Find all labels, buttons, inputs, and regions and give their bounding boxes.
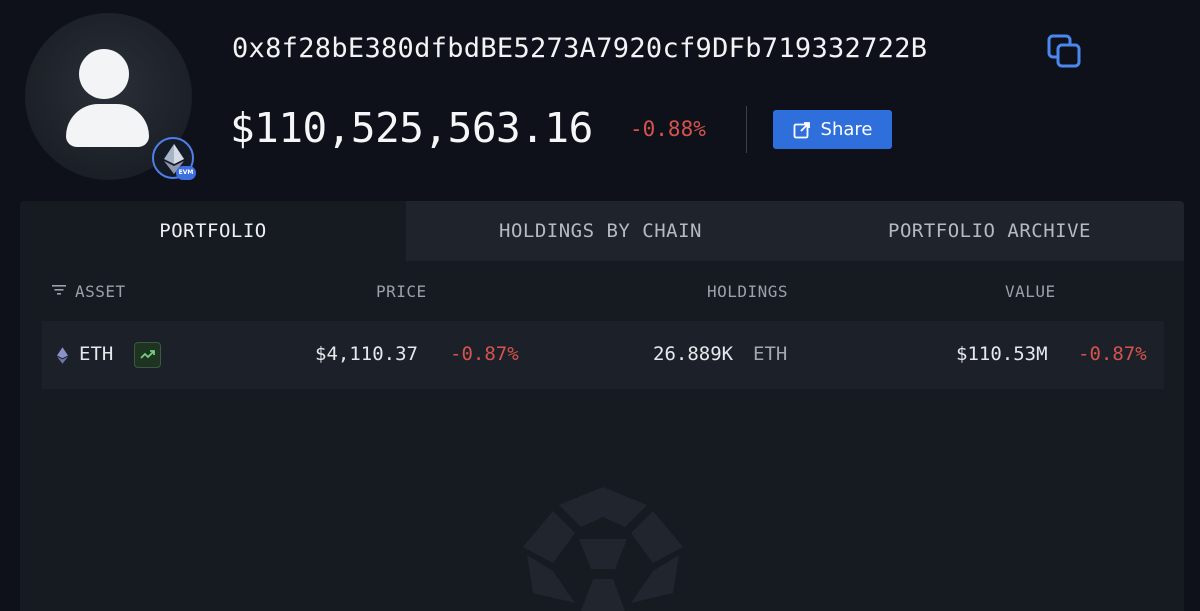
- avatar-body-shape: [66, 104, 149, 147]
- asset-price-change: -0.87%: [450, 343, 519, 365]
- tab-portfolio-archive[interactable]: PORTFOLIO ARCHIVE: [795, 201, 1184, 261]
- ethereum-icon: [57, 347, 68, 364]
- column-header-holdings[interactable]: HOLDINGS: [707, 282, 788, 301]
- trending-up-icon: [140, 350, 155, 359]
- portfolio-card: PORTFOLIO HOLDINGS BY CHAIN PORTFOLIO AR…: [20, 201, 1184, 611]
- sort-filter-icon[interactable]: [52, 283, 66, 297]
- asset-holdings-unit: ETH: [753, 343, 788, 365]
- tab-bar: PORTFOLIO HOLDINGS BY CHAIN PORTFOLIO AR…: [20, 201, 1184, 261]
- external-link-icon: [793, 121, 810, 138]
- column-header-price[interactable]: PRICE: [376, 282, 427, 301]
- share-button-label: Share: [820, 119, 873, 140]
- tab-portfolio[interactable]: PORTFOLIO: [20, 201, 406, 261]
- price-chart-button[interactable]: [134, 342, 161, 368]
- avatar-head-shape: [79, 49, 129, 99]
- column-header-value[interactable]: VALUE: [1005, 282, 1056, 301]
- tab-holdings-by-chain[interactable]: HOLDINGS BY CHAIN: [406, 201, 795, 261]
- copy-address-button[interactable]: [1045, 33, 1085, 73]
- portfolio-total-value: $110,525,563.16: [230, 104, 593, 152]
- share-button[interactable]: Share: [773, 110, 892, 149]
- asset-holdings-amount: 26.889K: [653, 343, 734, 365]
- evm-badge-label: EVM: [176, 166, 196, 180]
- copy-icon: [1047, 34, 1081, 68]
- asset-price: $4,110.37: [315, 343, 418, 365]
- header-divider: [746, 106, 747, 153]
- portfolio-change-percent: -0.88%: [630, 117, 706, 141]
- column-header-asset[interactable]: ASSET: [75, 282, 126, 301]
- asset-symbol: ETH: [79, 343, 114, 365]
- asset-value-change: -0.87%: [1078, 343, 1147, 365]
- table-row[interactable]: ETH $4,110.37 -0.87% 26.889K ETH $110.53…: [42, 321, 1164, 389]
- arkham-logo-watermark-icon: [523, 487, 683, 611]
- asset-value: $110.53M: [956, 343, 1048, 365]
- wallet-address: 0x8f28bE380dfbdBE5273A7920cf9DFb71933272…: [232, 33, 928, 64]
